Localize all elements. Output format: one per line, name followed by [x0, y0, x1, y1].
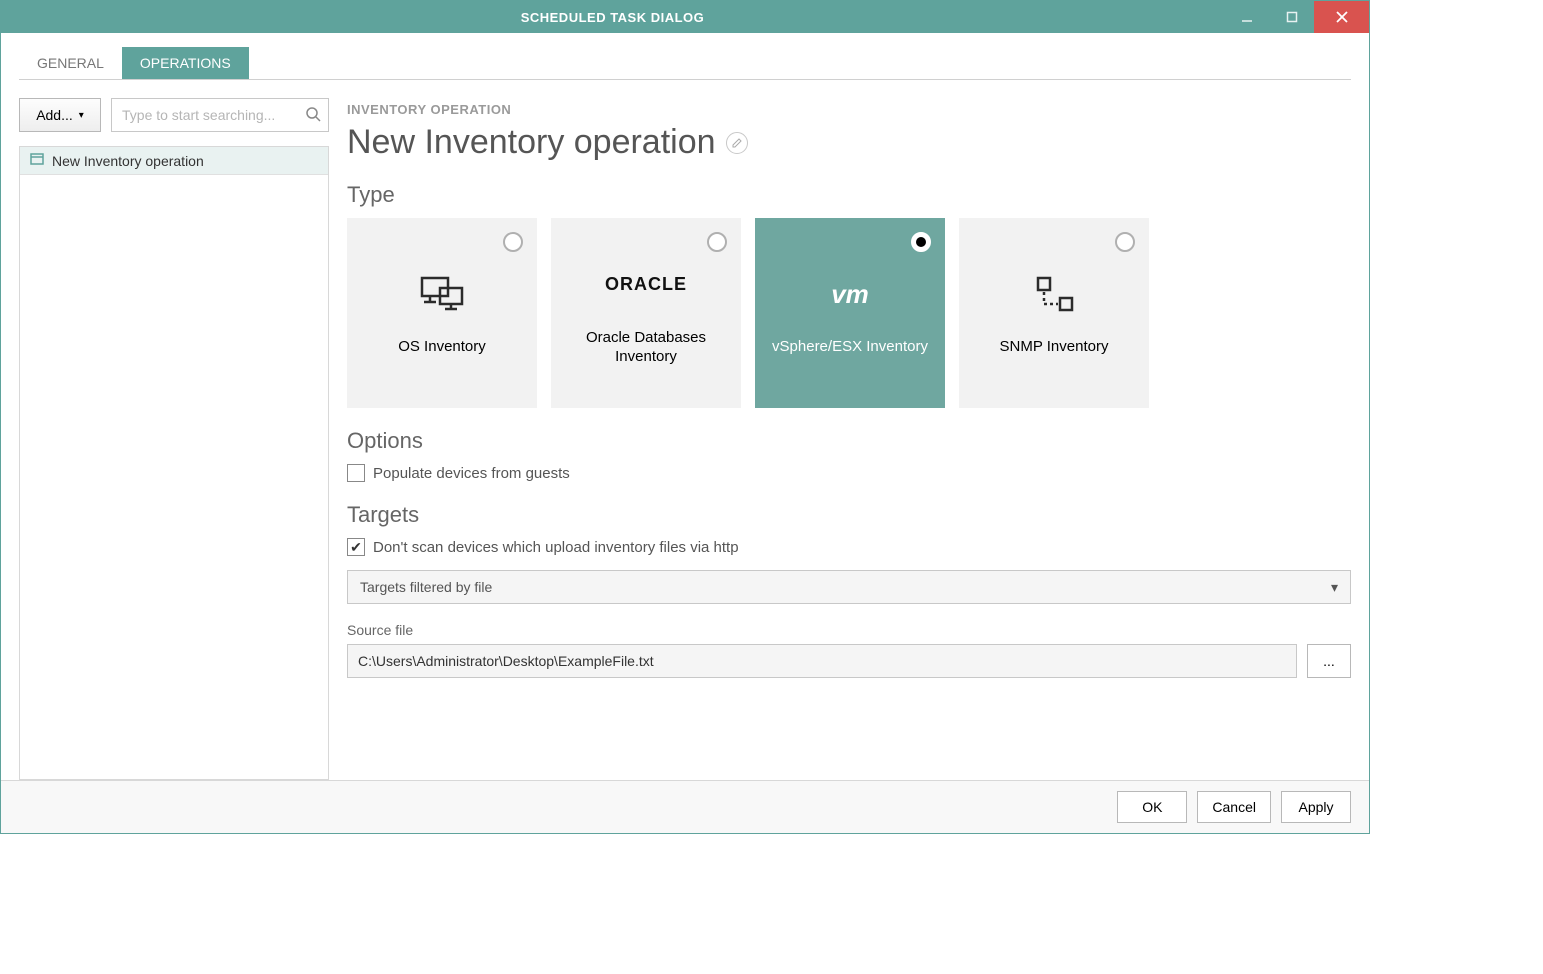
tab-operations[interactable]: OPERATIONS — [122, 47, 249, 79]
card-label: vSphere/ESX Inventory — [762, 337, 938, 357]
section-targets-heading: Targets — [347, 502, 1351, 528]
type-cards: OS Inventory ORACLE Oracle Databases Inv… — [347, 218, 1351, 408]
dialog-footer: OK Cancel Apply — [1, 780, 1369, 833]
operations-list: New Inventory operation — [19, 146, 329, 780]
minimize-button[interactable] — [1224, 1, 1269, 33]
radio-icon — [1115, 232, 1135, 252]
card-vsphere-inventory[interactable]: vm vSphere/ESX Inventory — [755, 218, 945, 408]
chevron-down-icon: ▾ — [79, 110, 84, 121]
browse-button[interactable]: ... — [1307, 644, 1351, 678]
radio-icon — [503, 232, 523, 252]
edit-icon[interactable] — [726, 132, 748, 154]
card-oracle-inventory[interactable]: ORACLE Oracle Databases Inventory — [551, 218, 741, 408]
targets-filter-dropdown[interactable]: Targets filtered by file ▾ — [347, 570, 1351, 604]
network-icon — [1032, 269, 1076, 319]
tab-strip: GENERAL OPERATIONS — [19, 47, 1351, 80]
card-label: Oracle Databases Inventory — [551, 328, 741, 367]
oracle-logo-icon: ORACLE — [605, 260, 687, 310]
ok-button[interactable]: OK — [1117, 791, 1187, 823]
operation-icon — [30, 152, 44, 169]
source-file-label: Source file — [347, 622, 1351, 638]
window-title: SCHEDULED TASK DIALOG — [1, 10, 1224, 25]
close-button[interactable] — [1314, 1, 1369, 33]
checkbox-label: Don't scan devices which upload inventor… — [373, 539, 739, 556]
maximize-button[interactable] — [1269, 1, 1314, 33]
card-label: OS Inventory — [388, 337, 496, 357]
checkbox-icon: ✔ — [347, 538, 365, 556]
radio-icon — [707, 232, 727, 252]
card-os-inventory[interactable]: OS Inventory — [347, 218, 537, 408]
checkbox-dont-scan-http[interactable]: ✔ Don't scan devices which upload invent… — [347, 538, 1351, 556]
dialog-window: SCHEDULED TASK DIALOG GENERAL OPERATIONS — [0, 0, 1370, 834]
tab-general[interactable]: GENERAL — [19, 47, 122, 79]
card-label: SNMP Inventory — [990, 337, 1119, 357]
window-buttons — [1224, 1, 1369, 33]
checkbox-label: Populate devices from guests — [373, 465, 570, 482]
search-icon — [305, 106, 321, 127]
operations-panel: Add... ▾ New Invent — [19, 98, 329, 780]
source-file-row: ... — [347, 644, 1351, 678]
left-controls: Add... ▾ — [19, 98, 329, 132]
cancel-button[interactable]: Cancel — [1197, 791, 1271, 823]
details-panel: INVENTORY OPERATION New Inventory operat… — [347, 98, 1351, 780]
add-button-label: Add... — [36, 107, 73, 123]
breadcrumb: INVENTORY OPERATION — [347, 102, 1351, 117]
list-item-label: New Inventory operation — [52, 153, 204, 169]
card-snmp-inventory[interactable]: SNMP Inventory — [959, 218, 1149, 408]
page-title-row: New Inventory operation — [347, 123, 1351, 162]
search-input[interactable] — [111, 98, 329, 132]
section-type-heading: Type — [347, 182, 1351, 208]
radio-icon — [911, 232, 931, 252]
add-button[interactable]: Add... ▾ — [19, 98, 101, 132]
title-bar: SCHEDULED TASK DIALOG — [1, 1, 1369, 33]
apply-button[interactable]: Apply — [1281, 791, 1351, 823]
monitor-icon — [420, 269, 464, 319]
section-options-heading: Options — [347, 428, 1351, 454]
source-file-input[interactable] — [347, 644, 1297, 678]
chevron-down-icon: ▾ — [1331, 579, 1338, 596]
dropdown-value: Targets filtered by file — [360, 579, 492, 595]
list-item[interactable]: New Inventory operation — [20, 147, 328, 175]
vmware-logo-icon: vm — [831, 269, 869, 319]
checkbox-icon — [347, 464, 365, 482]
page-title: New Inventory operation — [347, 123, 716, 162]
dialog-body: GENERAL OPERATIONS Add... ▾ — [1, 33, 1369, 780]
search-wrap — [111, 98, 329, 132]
content-columns: Add... ▾ New Invent — [19, 80, 1351, 780]
checkbox-populate-guests[interactable]: Populate devices from guests — [347, 464, 1351, 482]
